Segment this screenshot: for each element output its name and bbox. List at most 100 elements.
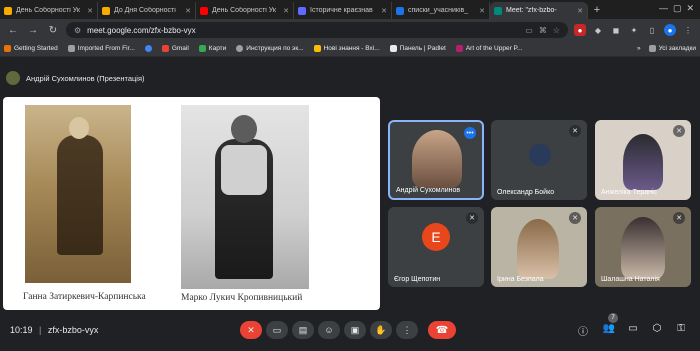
reload-icon[interactable]: ↻	[46, 25, 60, 36]
raise-hand-button[interactable]: ✋	[370, 321, 392, 339]
present-screen-button[interactable]: ▣	[344, 321, 366, 339]
more-bookmarks-icon[interactable]: »	[637, 45, 641, 52]
browser-tab-active[interactable]: Meet: "zfx-bzbo- ✕	[490, 2, 588, 19]
emoji-button[interactable]: ☺	[318, 321, 340, 339]
bookmarks-bar: Getting Started Imported From Fir... Gma…	[0, 41, 700, 57]
bookmark-item[interactable]: Инструкция по эк...	[236, 45, 304, 52]
close-icon[interactable]: ✕	[185, 7, 191, 15]
new-tab-button[interactable]: +	[588, 2, 606, 19]
participant-name: Єгор Щепотин	[394, 276, 441, 283]
address-bar: ← → ↻ ⚙ meet.google.com/zfx-bzbo-vyx ▭ ⌘…	[0, 19, 700, 41]
mic-off-icon: ✕	[673, 125, 685, 137]
bookmark-item[interactable]: Getting Started	[4, 45, 58, 52]
back-icon[interactable]: ←	[6, 25, 20, 36]
bookmark-item[interactable]	[144, 45, 152, 52]
close-icon[interactable]: ✕	[87, 7, 93, 15]
extension-icon[interactable]: ●	[574, 24, 586, 36]
tab-title: День Соборності Ук	[212, 7, 276, 14]
extension-icon[interactable]: ◼	[610, 24, 622, 36]
more-options-button[interactable]: ⋮	[396, 321, 418, 339]
bookmark-item[interactable]: Карти	[198, 45, 226, 52]
meet-icon	[494, 6, 502, 15]
slide-caption: Марко Лукич Кропивницький	[181, 293, 303, 303]
meeting-time-and-code: 10:19 | zfx-bzbo-vyx	[10, 325, 99, 335]
profile-icon[interactable]: ●	[664, 24, 676, 36]
browser-tab-bar: День Соборності Ук ✕ До Дня Соборності ✕…	[0, 0, 700, 19]
mic-off-icon: ✕	[466, 212, 478, 224]
meeting-time: 10:19	[10, 325, 33, 335]
portrait-photo	[181, 105, 309, 289]
url-field[interactable]: ⚙ meet.google.com/zfx-bzbo-vyx ▭ ⌘ ☆	[66, 22, 568, 38]
people-icon[interactable]: 👥	[602, 323, 616, 334]
captions-button[interactable]: ▤	[292, 321, 314, 339]
translate-icon[interactable]: ⌘	[539, 26, 547, 35]
browser-tab[interactable]: До Дня Соборності ✕	[98, 2, 196, 19]
presenter-label: Андрій Сухомлинов (Презентація)	[26, 73, 145, 83]
meeting-code: zfx-bzbo-vyx	[47, 325, 99, 335]
tab-title: До Дня Соборності	[114, 7, 176, 14]
sidebar-icon[interactable]: ▯	[646, 24, 658, 36]
tab-title: Історичне краєзнав	[310, 7, 373, 14]
extension-icon[interactable]: ◆	[592, 24, 604, 36]
close-icon[interactable]: ✕	[577, 7, 583, 15]
slide-caption: Ганна Затиркевич-Карпинська	[23, 292, 146, 302]
participant-name: Андрій Сухомлинов	[396, 187, 461, 194]
portrait-photo	[25, 105, 131, 283]
participant-tile[interactable]: ••• Андрій Сухомлинов	[388, 120, 484, 200]
extensions-puzzle-icon[interactable]: ✦	[628, 24, 640, 36]
forward-icon[interactable]: →	[26, 25, 40, 36]
meeting-info-icon[interactable]: ⓘ	[576, 323, 590, 338]
browser-tab[interactable]: День Соборності Ук ✕	[0, 2, 98, 19]
leave-call-button[interactable]: ☎	[428, 321, 456, 339]
site-icon	[298, 6, 306, 15]
participant-name: Анжеліка Тераніс	[601, 189, 658, 196]
docs-icon	[396, 6, 404, 15]
bookmark-item[interactable]: Art of the Upper P...	[455, 45, 522, 52]
participant-name: Ірина Безпала	[497, 276, 544, 283]
slides-icon	[4, 6, 12, 15]
participant-tile[interactable]: ✕ Анжеліка Тераніс	[595, 120, 691, 200]
bookmark-item[interactable]: Нові знання - Вхі...	[313, 45, 380, 52]
participant-name: Олександр Бойко	[497, 189, 555, 196]
mic-off-icon: ✕	[569, 212, 581, 224]
tab-title: День Соборності Ук	[16, 7, 80, 14]
avatar	[529, 144, 551, 166]
avatar: Е	[422, 223, 450, 251]
menu-icon[interactable]: ⋮	[682, 24, 694, 36]
bookmark-item[interactable]: Панель | Padlet	[389, 45, 446, 52]
close-icon[interactable]: ✕	[479, 7, 485, 15]
browser-tab[interactable]: Історичне краєзнав ✕	[294, 2, 392, 19]
activities-icon[interactable]: ⬡	[650, 323, 664, 334]
all-bookmarks-folder[interactable]: Усі закладки	[648, 45, 696, 52]
mic-off-icon: ✕	[673, 212, 685, 224]
speaking-indicator-icon: •••	[464, 127, 476, 139]
close-icon[interactable]: ✕	[283, 7, 289, 15]
presentation-slide: Ганна Затиркевич-Карпинська Марко Лукич …	[3, 97, 380, 310]
participant-tile[interactable]: ✕ Олександр Бойко	[491, 120, 587, 200]
youtube-icon	[200, 6, 208, 15]
browser-tab[interactable]: День Соборності Ук ✕	[196, 2, 294, 19]
bookmark-item[interactable]: Gmail	[161, 45, 189, 52]
mic-off-icon: ✕	[569, 125, 581, 137]
participant-name: Шалашна Наталія	[601, 276, 660, 283]
url-text: meet.google.com/zfx-bzbo-vyx	[87, 25, 196, 35]
bookmark-item[interactable]: Imported From Fir...	[67, 45, 135, 52]
participant-tile[interactable]: Е ✕ Єгор Щепотин	[388, 207, 484, 287]
window-controls[interactable]: — ▢ ✕	[659, 3, 694, 14]
browser-tab[interactable]: списки_учасників_ ✕	[392, 2, 490, 19]
camera-toggle-button[interactable]: ▭	[266, 321, 288, 339]
tab-title: списки_учасників_	[408, 7, 469, 14]
presenter-header: Андрій Сухомлинов (Презентація)	[6, 68, 145, 88]
close-icon[interactable]: ✕	[381, 7, 387, 15]
slides-icon	[102, 6, 110, 15]
chat-icon[interactable]: ▭	[626, 323, 640, 334]
host-controls-icon[interactable]: ⚿	[674, 323, 688, 334]
participant-tile[interactable]: ✕ Шалашна Наталія	[595, 207, 691, 287]
bookmark-star-icon[interactable]: ☆	[553, 26, 560, 35]
avatar	[6, 71, 20, 85]
participant-tile[interactable]: ✕ Ірина Безпала	[491, 207, 587, 287]
site-info-icon[interactable]: ⚙	[74, 26, 81, 35]
mic-toggle-button[interactable]: ✕	[240, 321, 262, 339]
camera-icon[interactable]: ▭	[525, 26, 533, 35]
people-count-badge: 7	[608, 313, 618, 323]
